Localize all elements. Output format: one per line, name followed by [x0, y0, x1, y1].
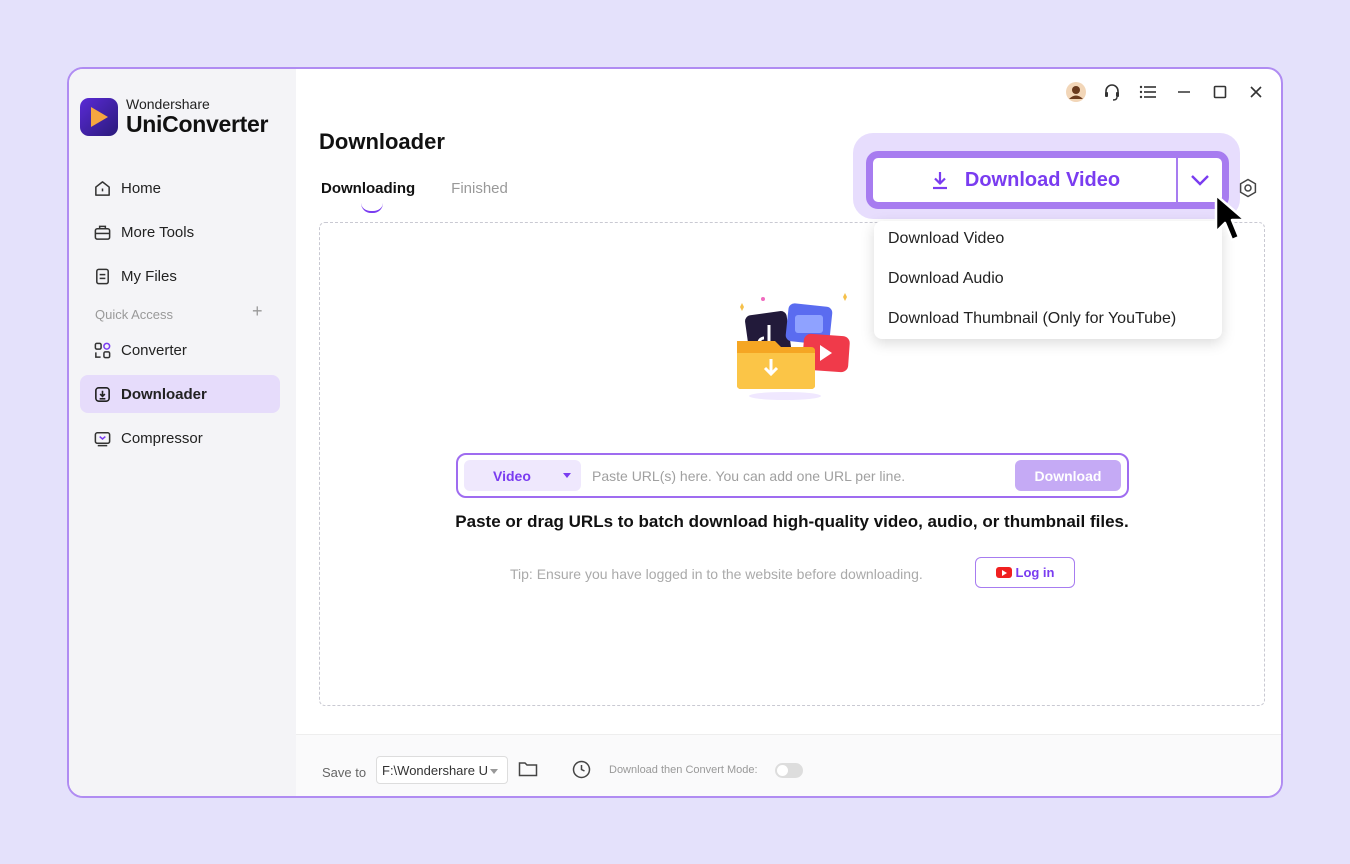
add-quick-access-icon[interactable]: + [252, 301, 263, 322]
youtube-icon [995, 567, 1012, 578]
menu-item-download-thumbnail[interactable]: Download Thumbnail (Only for YouTube) [888, 310, 1176, 328]
title-bar [1065, 81, 1267, 103]
sidebar-item-label: Home [121, 179, 162, 197]
sidebar-item-more-tools[interactable]: More Tools [80, 213, 280, 251]
converter-icon [94, 342, 111, 358]
tab-bar: Downloading Finished [321, 180, 508, 213]
maximize-icon[interactable] [1209, 81, 1231, 103]
download-video-split-button: Download Video [866, 151, 1229, 209]
files-icon [96, 268, 109, 284]
sidebar-item-label: Compressor [121, 429, 203, 447]
minimize-icon[interactable] [1173, 81, 1195, 103]
caret-down-icon [490, 769, 498, 774]
sidebar-item-label: Downloader [121, 385, 207, 403]
sidebar-item-label: More Tools [121, 223, 195, 241]
uniconverter-logo-icon [80, 97, 118, 136]
chevron-down-icon [1191, 175, 1209, 186]
app-logo: Wondershare UniConverter [80, 97, 268, 136]
url-input-bar: Video Download [456, 453, 1129, 498]
sidebar-item-my-files[interactable]: My Files [80, 257, 280, 295]
tab-downloading[interactable]: Downloading [321, 180, 415, 213]
sidebar-item-label: Converter [121, 341, 187, 359]
sidebar-item-label: My Files [121, 267, 177, 285]
login-tip: Tip: Ensure you have logged in to the we… [510, 566, 923, 582]
schedule-clock-icon[interactable] [572, 760, 591, 779]
save-path-select[interactable]: F:\Wondershare U [376, 756, 508, 784]
menu-item-download-audio[interactable]: Download Audio [888, 270, 1004, 288]
save-to-label: Save to [322, 765, 367, 780]
headset-icon[interactable] [1101, 81, 1123, 103]
menu-item-download-video[interactable]: Download Video [888, 230, 1004, 248]
close-icon[interactable] [1245, 81, 1267, 103]
sidebar-item-home[interactable]: Home [80, 169, 280, 207]
media-type-value: Video [493, 467, 531, 484]
tab-finished[interactable]: Finished [451, 180, 508, 197]
login-button[interactable]: Log in [975, 557, 1075, 588]
download-options-menu: Download Video Download Audio Download T… [874, 221, 1222, 339]
download-arrow-icon [932, 172, 947, 190]
download-video-label: Download Video [964, 168, 1121, 191]
page-title: Downloader [319, 129, 445, 154]
sidebar-item-downloader[interactable]: Downloader [80, 375, 280, 413]
footer-bar: Save to F:\Wondershare U Download then C… [296, 734, 1281, 796]
folder-icon[interactable] [518, 760, 538, 778]
media-type-select[interactable]: Video [464, 460, 581, 491]
instruction-headline: Paste or drag URLs to batch download hig… [455, 512, 1129, 531]
brand-name: UniConverter [126, 111, 269, 137]
convert-mode-label: Download then Convert Mode: [609, 764, 758, 776]
avatar-icon[interactable] [1065, 81, 1087, 103]
brand-name-small: Wondershare [126, 96, 210, 112]
download-button[interactable]: Download [1015, 460, 1121, 491]
home-icon [95, 180, 110, 196]
sidebar-item-converter[interactable]: Converter [80, 331, 280, 369]
login-label: Log in [1015, 565, 1055, 580]
sidebar: Wondershare UniConverter Home More Tools… [69, 69, 296, 796]
menu-list-icon[interactable] [1137, 81, 1159, 103]
quick-access-label: Quick Access [95, 307, 174, 322]
caret-down-icon [563, 473, 571, 478]
save-path-value: F:\Wondershare U [382, 762, 488, 778]
sidebar-item-compressor[interactable]: Compressor [80, 419, 280, 457]
downloader-icon [95, 386, 110, 402]
download-video-button[interactable]: Download Video [873, 158, 1176, 202]
compressor-icon [94, 431, 111, 446]
url-input[interactable] [592, 464, 1012, 488]
download-illustration-icon [737, 293, 850, 400]
convert-mode-toggle[interactable] [775, 763, 803, 778]
mouse-pointer-icon [1214, 193, 1247, 242]
toolbox-icon [94, 225, 111, 240]
